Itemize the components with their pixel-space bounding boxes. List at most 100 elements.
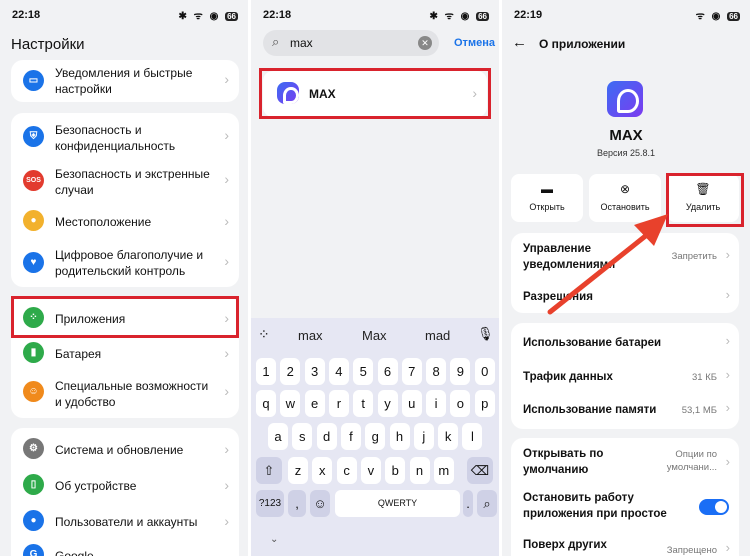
highlight-box [259, 68, 491, 119]
settings-item-privacy[interactable]: ⛨ Безопасность и конфиденциальность › [11, 117, 239, 157]
settings-item-users[interactable]: ● Пользователи и аккаунты › [11, 510, 239, 532]
key-c[interactable]: c [336, 457, 357, 484]
status-bar: 22:18 ✱ ᯤ ◉ 66 [251, 0, 499, 28]
key-m[interactable]: m [433, 457, 454, 484]
chevron-right-icon: › [224, 441, 229, 457]
microphone-icon[interactable]: 🎙 [477, 326, 494, 342]
settings-item-label: Батарея [55, 347, 102, 361]
key-v[interactable]: v [360, 457, 381, 484]
suggestion[interactable]: max [298, 328, 323, 343]
search-input[interactable]: ⌕ max ✕ [263, 30, 439, 56]
arrow-shaft [547, 231, 651, 315]
symbols-key[interactable]: ?123 [256, 490, 284, 517]
battery-icon: 66 [476, 12, 489, 21]
key-2[interactable]: 2 [280, 358, 301, 385]
phone-icon: ▯ [23, 474, 44, 495]
chevron-right-icon: › [224, 213, 229, 229]
search-key[interactable]: ⌕ [477, 490, 497, 517]
settings-item-system[interactable]: ⚙ Система и обновление › [11, 438, 239, 460]
suggestion[interactable]: Max [362, 328, 387, 343]
shift-key[interactable]: ⇧ [256, 457, 282, 484]
settings-item-label: Уведомления и быстрые настройки [55, 66, 193, 96]
key-d[interactable]: d [316, 423, 337, 450]
key-w[interactable]: w [280, 390, 301, 417]
settings-item-notifications[interactable]: ▭ Уведомления и быстрые настройки › [11, 60, 239, 102]
comma-key[interactable]: , [288, 490, 306, 517]
backspace-key[interactable]: ⌫ [467, 457, 493, 484]
accessibility-icon: ☺ [23, 381, 44, 402]
settings-item-label: Безопасность и конфиденциальность [55, 123, 176, 153]
settings-item-about[interactable]: ▯ Об устройстве › [11, 474, 239, 496]
page-title: Настройки [11, 36, 85, 53]
suggestion[interactable]: mad [425, 328, 450, 343]
chevron-right-icon: › [224, 127, 229, 143]
settings-item-label: Система и обновление [55, 443, 184, 457]
key-7[interactable]: 7 [401, 358, 422, 385]
notification-icon: ▭ [23, 70, 44, 91]
keyboard: ⁘ max Max mad 🎙 1234567890 qwertyuiop asdf… [251, 318, 499, 556]
key-s[interactable]: s [292, 423, 313, 450]
key-q[interactable]: q [256, 390, 276, 417]
key-t[interactable]: t [353, 390, 374, 417]
apps-grid-icon[interactable]: ⁘ [258, 326, 270, 343]
settings-item-label: Google [55, 549, 94, 556]
chevron-right-icon: › [224, 383, 229, 399]
settings-item-accessibility[interactable]: ☺ Специальные возможности и удобство › [11, 374, 239, 414]
clear-icon[interactable]: ✕ [418, 36, 432, 50]
key-p[interactable]: p [474, 390, 495, 417]
key-1[interactable]: 1 [256, 358, 276, 385]
key-i[interactable]: i [426, 390, 447, 417]
key-b[interactable]: b [385, 457, 406, 484]
key-u[interactable]: u [401, 390, 422, 417]
status-icons: ✱ ᯤ ◉ 66 [178, 11, 238, 22]
wellbeing-icon: ♥ [23, 252, 44, 273]
settings-item-emergency[interactable]: SOS Безопасность и экстренные случаи › [11, 161, 239, 201]
key-8[interactable]: 8 [426, 358, 447, 385]
key-g[interactable]: g [365, 423, 386, 450]
status-bar: 22:18 ✱ ᯤ ◉ 66 [0, 0, 248, 28]
key-n[interactable]: n [409, 457, 430, 484]
key-h[interactable]: h [389, 423, 410, 450]
sos-icon: SOS [23, 170, 44, 191]
settings-item-label: Пользователи и аккаунты [55, 515, 198, 529]
app-info-panel: 22:19 ᯤ ◉ 66 ← О приложении MAX Версия 2… [502, 0, 750, 556]
key-5[interactable]: 5 [353, 358, 374, 385]
battery-icon: 66 [225, 12, 238, 21]
settings-panel: 22:18 ✱ ᯤ ◉ 66 Настройки ▭ Уведомления и… [0, 0, 248, 556]
key-r[interactable]: r [328, 390, 349, 417]
settings-card-4: ⚙ Система и обновление › ▯ Об устройстве… [11, 428, 239, 556]
key-3[interactable]: 3 [304, 358, 325, 385]
settings-item-location[interactable]: ● Местоположение › [11, 209, 239, 233]
settings-item-battery[interactable]: ▮ Батарея › [11, 342, 239, 364]
key-j[interactable]: j [413, 423, 434, 450]
key-f[interactable]: f [340, 423, 361, 450]
key-0[interactable]: 0 [474, 358, 495, 385]
key-4[interactable]: 4 [328, 358, 349, 385]
search-query: max [290, 36, 313, 50]
settings-item-label: Безопасность и экстренные случаи [55, 167, 210, 197]
key-a[interactable]: a [268, 423, 288, 450]
space-key[interactable]: QWERTY [335, 490, 460, 517]
emoji-key[interactable]: ☺ [310, 490, 330, 517]
chevron-right-icon: › [224, 345, 229, 361]
key-z[interactable]: z [288, 457, 308, 484]
key-x[interactable]: x [312, 457, 333, 484]
settings-item-label: Об устройстве [55, 479, 137, 493]
key-k[interactable]: k [438, 423, 459, 450]
chevron-right-icon: › [224, 477, 229, 493]
key-9[interactable]: 9 [450, 358, 471, 385]
cancel-button[interactable]: Отмена [454, 37, 495, 49]
chevron-right-icon: › [224, 253, 229, 269]
key-e[interactable]: e [304, 390, 325, 417]
settings-item-wellbeing[interactable]: ♥ Цифровое благополучие и родительский к… [11, 243, 239, 283]
status-icons: ✱ ᯤ ◉ 66 [429, 11, 489, 22]
key-6[interactable]: 6 [377, 358, 398, 385]
collapse-keyboard-icon[interactable]: ⌄ [270, 534, 278, 545]
settings-item-google[interactable]: G Google [11, 544, 239, 556]
key-o[interactable]: o [450, 390, 471, 417]
dot-key[interactable]: . [463, 490, 473, 517]
settings-item-label: Местоположение [55, 215, 152, 229]
key-y[interactable]: y [377, 390, 398, 417]
key-l[interactable]: l [462, 423, 483, 450]
chevron-right-icon: › [224, 71, 229, 87]
